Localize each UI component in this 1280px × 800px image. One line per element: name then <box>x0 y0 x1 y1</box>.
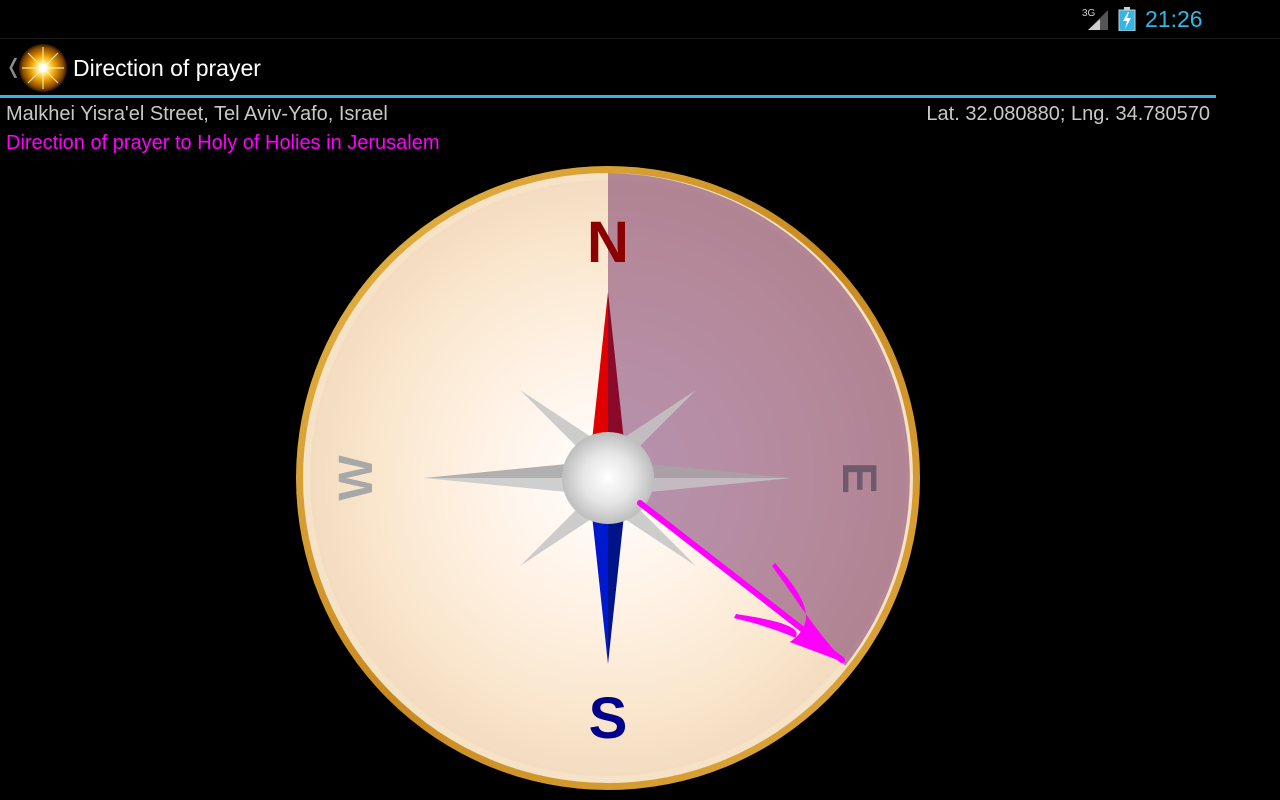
network-type: 3G <box>1082 8 1096 19</box>
action-bar: ❬ Direction of prayer <box>0 39 1216 96</box>
sun-icon <box>19 44 67 92</box>
cardinal-south: S <box>589 686 628 751</box>
prayer-direction-label: Direction of prayer to Holy of Holies in… <box>6 132 440 154</box>
compass: N S E W <box>296 166 920 790</box>
signal-icon: 3G <box>1082 8 1108 30</box>
battery-charging-icon <box>1118 7 1136 31</box>
location-coordinates: Lat. 32.080880; Lng. 34.780570 <box>926 103 1210 125</box>
cardinal-east: E <box>832 462 885 494</box>
cardinal-west: W <box>330 455 383 501</box>
cardinal-north: N <box>587 210 629 275</box>
compass-hub <box>562 432 654 524</box>
action-bar-divider <box>0 95 1216 98</box>
location-address: Malkhei Yisra'el Street, Tel Aviv-Yafo, … <box>6 103 388 125</box>
status-bar: 3G 21:26 <box>0 0 1280 38</box>
up-navigation-button[interactable]: ❬ Direction of prayer <box>0 39 290 96</box>
status-time: 21:26 <box>1145 6 1203 32</box>
page-title: Direction of prayer <box>73 55 261 81</box>
